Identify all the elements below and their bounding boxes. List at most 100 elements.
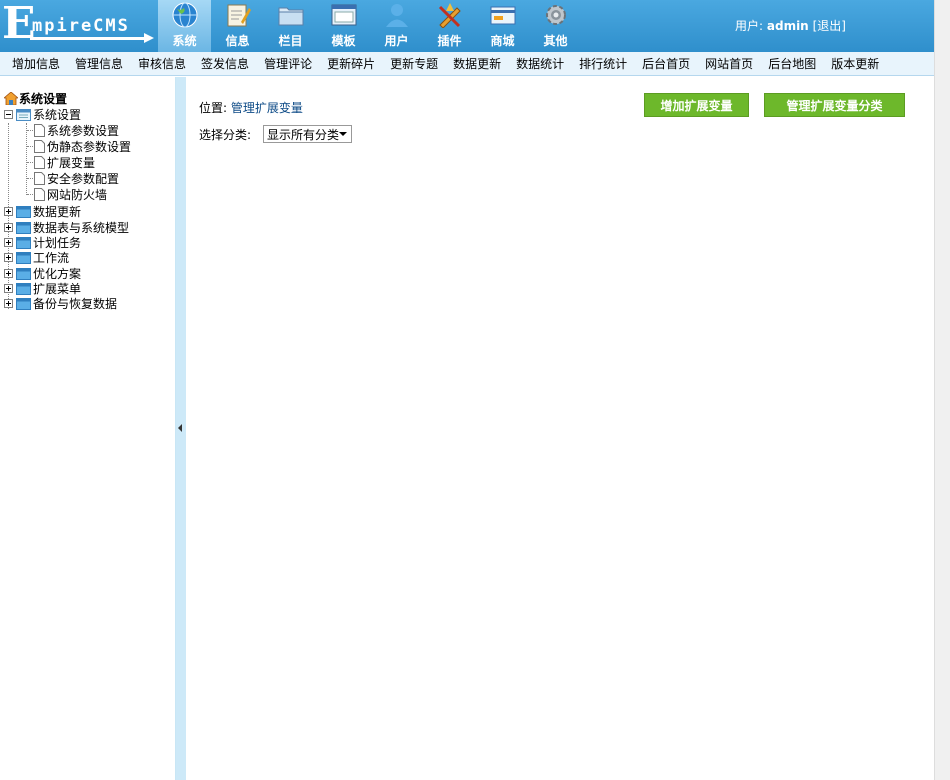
quick-links-bar: 增加信息 管理信息 审核信息 签发信息 管理评论 更新碎片 更新专题 数据更新 … <box>0 52 934 76</box>
filter-label: 选择分类: <box>199 127 252 142</box>
topnav-templates[interactable]: 模板 <box>317 0 370 52</box>
expand-icon[interactable] <box>4 207 13 216</box>
topnav-shop[interactable]: 商城 <box>476 0 529 52</box>
tree-leaf-label: 系统参数设置 <box>47 124 120 138</box>
sidebar-title: 系统设置 <box>4 90 67 107</box>
expand-icon[interactable] <box>4 299 13 308</box>
quicklink-rank-stats[interactable]: 排行统计 <box>579 55 627 72</box>
expand-icon[interactable] <box>4 253 13 262</box>
folder-icon <box>16 297 31 310</box>
top-navigation: 系统 信息 栏目 模板 用户 插件 商城 其他 <box>158 0 582 52</box>
category-select[interactable]: 显示所有分类 <box>263 125 353 143</box>
user-info: 用户: admin [退出] <box>735 17 846 34</box>
quicklink-review-info[interactable]: 审核信息 <box>138 55 186 72</box>
logo-arrow-head <box>144 33 154 43</box>
topnav-label: 模板 <box>331 34 356 48</box>
user-icon <box>386 4 408 27</box>
folder-open-icon <box>16 108 31 121</box>
quicklink-admin-home[interactable]: 后台首页 <box>642 55 690 72</box>
tree-node-label: 数据更新 <box>33 205 82 219</box>
category-filter: 选择分类: 显示所有分类 <box>199 125 353 143</box>
quicklink-update-fragments[interactable]: 更新碎片 <box>327 55 375 72</box>
tree-node-extend-menu[interactable]: 扩展菜单 <box>4 281 81 296</box>
tree-node-label: 系统设置 <box>33 108 82 122</box>
globe-icon <box>172 2 198 28</box>
tree-node-tables-models[interactable]: 数据表与系统模型 <box>4 220 129 235</box>
tree-leaf-label: 扩展变量 <box>47 156 96 170</box>
collapse-icon[interactable] <box>4 110 13 119</box>
topnav-label: 商城 <box>490 34 515 48</box>
tree-node-backup-restore[interactable]: 备份与恢复数据 <box>4 296 117 311</box>
tree-leaf-label: 网站防火墙 <box>47 188 108 202</box>
window-icon <box>331 4 357 26</box>
topnav-label: 插件 <box>437 34 462 48</box>
manage-var-category-button[interactable]: 管理扩展变量分类 <box>764 93 905 117</box>
empirecms-logo: E mpireCMS <box>0 0 158 52</box>
quicklink-update-topics[interactable]: 更新专题 <box>390 55 438 72</box>
tree-node-scheduled-tasks[interactable]: 计划任务 <box>4 235 81 250</box>
quicklink-data-stats[interactable]: 数据统计 <box>516 55 564 72</box>
tree-node-label: 工作流 <box>33 251 70 265</box>
topnav-label: 系统 <box>172 34 197 48</box>
tree-leaf-rewrite-params[interactable]: 伪静态参数设置 <box>34 139 131 154</box>
expand-icon[interactable] <box>4 223 13 232</box>
main-content: 位置: 管理扩展变量 增加扩展变量 管理扩展变量分类 选择分类: 显示所有分类 <box>187 77 934 780</box>
logo-arrow-line <box>30 37 148 40</box>
folder-icon <box>16 267 31 280</box>
tree-leaf-extend-vars[interactable]: 扩展变量 <box>34 155 95 170</box>
quicklink-data-update[interactable]: 数据更新 <box>453 55 501 72</box>
collapse-arrow-icon[interactable] <box>178 424 182 432</box>
tree-node-system-settings[interactable]: 系统设置 <box>4 107 81 122</box>
select-value: 显示所有分类 <box>267 127 340 142</box>
expand-icon[interactable] <box>4 284 13 293</box>
quicklink-manage-info[interactable]: 管理信息 <box>75 55 123 72</box>
document-icon <box>34 140 45 153</box>
header-bar: E mpireCMS 系统 信息 栏目 模板 用户 插件 商城 其他 用户: a… <box>0 0 934 52</box>
tree-node-data-update[interactable]: 数据更新 <box>4 204 81 219</box>
topnav-plugins[interactable]: 插件 <box>423 0 476 52</box>
quicklink-manage-comments[interactable]: 管理评论 <box>264 55 312 72</box>
document-icon <box>34 124 45 137</box>
tree-line <box>26 123 27 195</box>
expand-icon[interactable] <box>4 269 13 278</box>
topnav-label: 用户 <box>384 34 409 48</box>
quicklink-sign-info[interactable]: 签发信息 <box>201 55 249 72</box>
topnav-users[interactable]: 用户 <box>370 0 423 52</box>
tree-node-workflow[interactable]: 工作流 <box>4 250 69 265</box>
topnav-other[interactable]: 其他 <box>529 0 582 52</box>
document-icon <box>34 156 45 169</box>
logout-link[interactable]: [退出] <box>813 19 846 33</box>
folder-icon <box>278 7 304 26</box>
folder-icon <box>16 236 31 249</box>
folder-icon <box>16 205 31 218</box>
quicklink-admin-map[interactable]: 后台地图 <box>768 55 816 72</box>
document-icon <box>34 172 45 185</box>
page-scrollbar[interactable] <box>934 0 950 780</box>
logo-text: mpireCMS <box>32 16 130 36</box>
folder-icon <box>16 221 31 234</box>
tree-leaf-label: 安全参数配置 <box>47 172 120 186</box>
username: admin <box>766 19 809 33</box>
topnav-system[interactable]: 系统 <box>158 0 211 52</box>
quicklink-add-info[interactable]: 增加信息 <box>12 55 60 72</box>
add-extend-var-button[interactable]: 增加扩展变量 <box>644 93 749 117</box>
topnav-info[interactable]: 信息 <box>211 0 264 52</box>
tree-leaf-security-params[interactable]: 安全参数配置 <box>34 171 119 186</box>
folder-icon <box>16 282 31 295</box>
breadcrumb-link[interactable]: 管理扩展变量 <box>231 101 303 115</box>
topnav-columns[interactable]: 栏目 <box>264 0 317 52</box>
tree-leaf-system-params[interactable]: 系统参数设置 <box>34 123 119 138</box>
notepad-icon <box>227 4 251 27</box>
sidebar-tree: 系统设置 系统设置 系统参数设置 伪静态参数设置 扩展变量 安全参数配置 网站防… <box>0 77 176 780</box>
sidebar-title-text: 系统设置 <box>19 92 68 106</box>
sidebar-splitter[interactable] <box>176 77 186 780</box>
gear-icon <box>546 5 566 25</box>
topnav-label: 其他 <box>543 34 568 48</box>
tree-node-label: 备份与恢复数据 <box>33 297 118 311</box>
expand-icon[interactable] <box>4 238 13 247</box>
folder-icon <box>16 251 31 264</box>
quicklink-site-home[interactable]: 网站首页 <box>705 55 753 72</box>
quicklink-version-update[interactable]: 版本更新 <box>831 55 879 72</box>
tree-leaf-firewall[interactable]: 网站防火墙 <box>34 187 107 202</box>
tree-node-optimization[interactable]: 优化方案 <box>4 266 81 281</box>
